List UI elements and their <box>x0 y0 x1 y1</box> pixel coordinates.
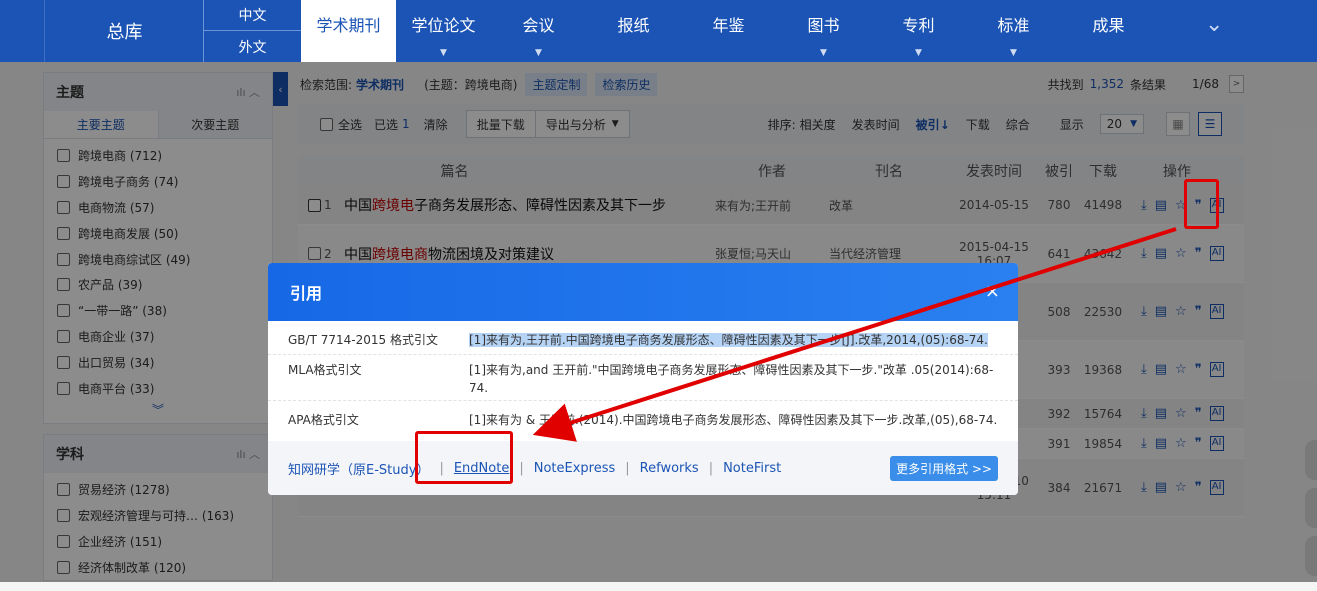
annotation-arrow <box>532 227 1177 442</box>
